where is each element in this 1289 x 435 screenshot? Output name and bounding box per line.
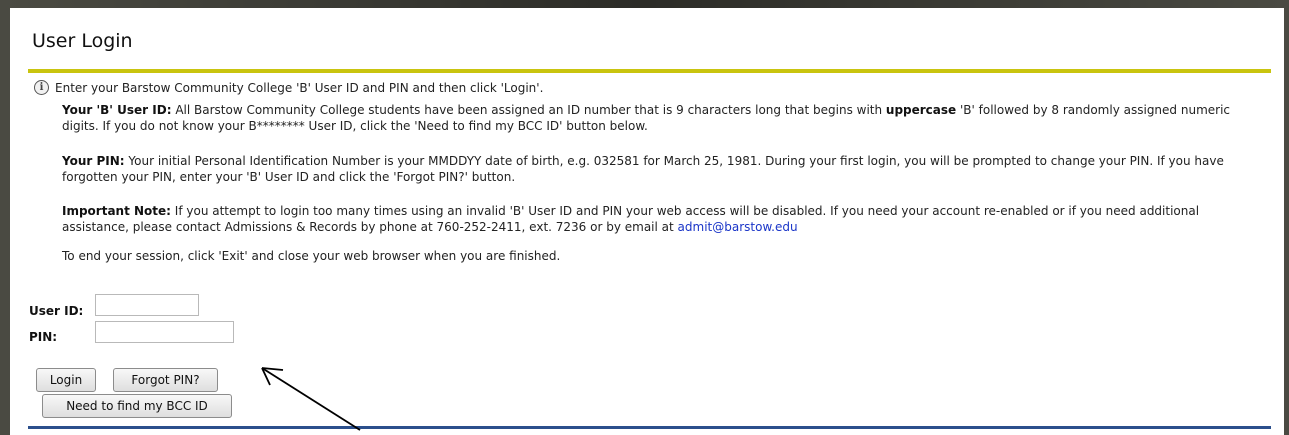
arrow-annotation-icon: [261, 367, 361, 431]
